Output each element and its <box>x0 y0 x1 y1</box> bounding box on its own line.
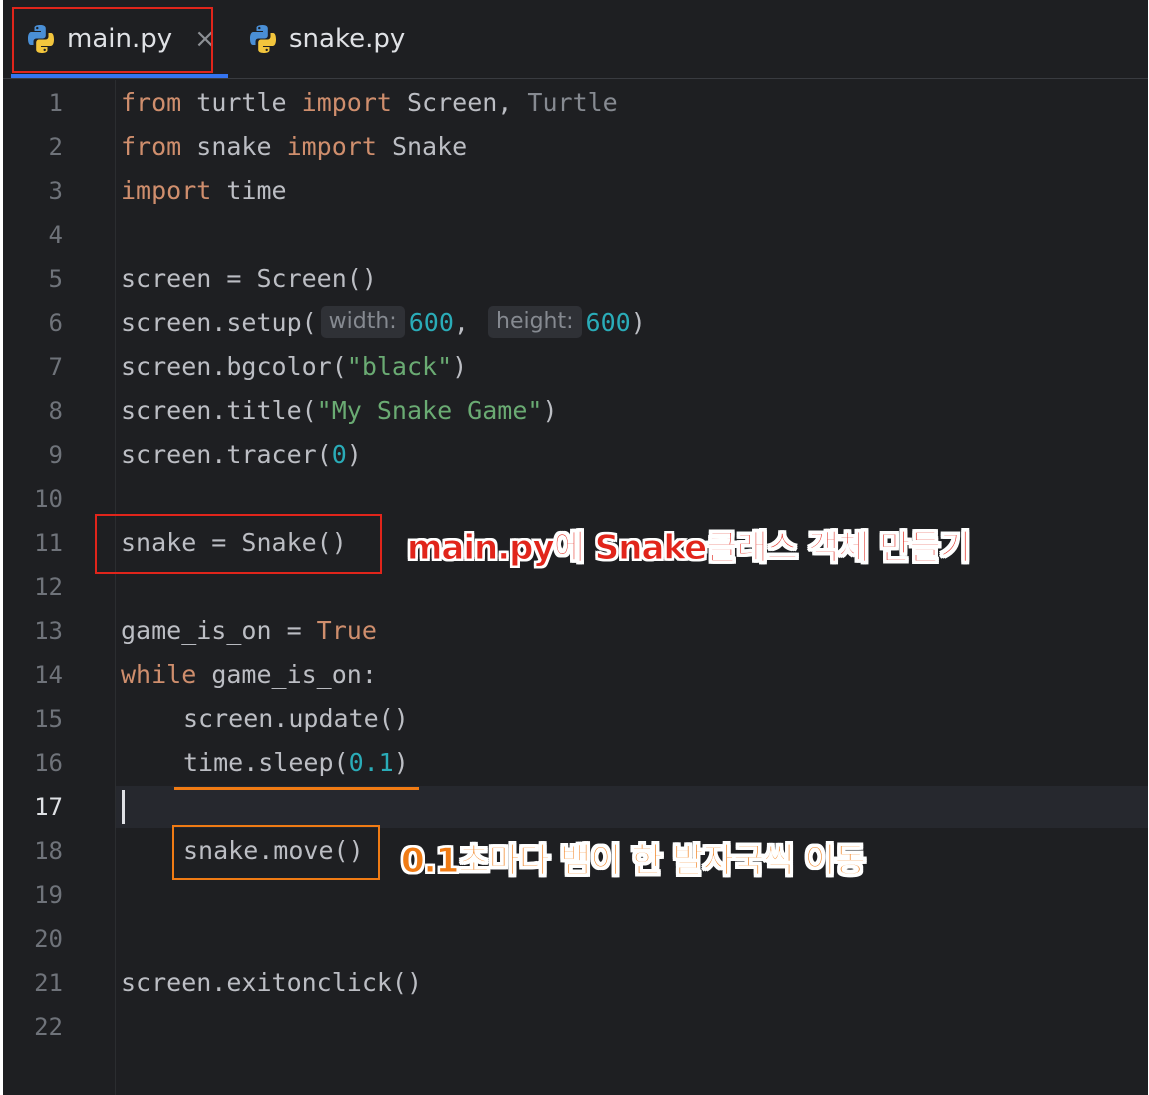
line-number: 21 <box>34 969 63 997</box>
annotation-snake-move: 0.1초마다 뱀이 한 발자국씩 이동 <box>401 841 867 882</box>
parameter-hint-height: height: <box>488 306 582 338</box>
code-line-13[interactable]: game_is_on = True <box>121 609 377 653</box>
python-icon <box>250 25 276 53</box>
line-number: 18 <box>34 837 63 865</box>
code-line-21[interactable]: screen.exitonclick() <box>121 961 422 1005</box>
active-tab-indicator <box>11 74 228 78</box>
line-number: 5 <box>48 265 63 293</box>
tab-snake-py[interactable]: snake.py <box>249 0 439 78</box>
code-line-3[interactable]: import time <box>121 169 287 213</box>
snake-instance-highlight-box <box>95 514 382 574</box>
line-number: 7 <box>48 353 63 381</box>
code-line-8[interactable]: screen.title("My Snake Game") <box>121 389 558 433</box>
line-number-current: 17 <box>34 793 63 821</box>
code-editor[interactable]: main.py × snake.py 1 2 3 4 5 6 7 8 9 10 … <box>3 0 1148 1095</box>
snake-move-highlight-box <box>172 825 380 880</box>
line-number: 4 <box>48 221 63 249</box>
line-number: 11 <box>34 529 63 557</box>
line-number: 13 <box>34 617 63 645</box>
line-number: 22 <box>34 1013 63 1041</box>
line-number: 6 <box>48 309 63 337</box>
sleep-underline-mark <box>174 787 419 790</box>
line-number: 3 <box>48 177 63 205</box>
code-line-5[interactable]: screen = Screen() <box>121 257 377 301</box>
line-number: 20 <box>34 925 63 953</box>
parameter-hint-width: width: <box>320 306 405 338</box>
code-line-7[interactable]: screen.bgcolor("black") <box>121 345 467 389</box>
annotation-snake-class: main.py에 Snake클래스 객체 만들기 <box>406 528 971 569</box>
line-number: 12 <box>34 573 63 601</box>
code-line-1[interactable]: from turtle import Screen, Turtle <box>121 81 618 125</box>
line-number: 15 <box>34 705 63 733</box>
line-number-gutter: 1 2 3 4 5 6 7 8 9 10 11 12 13 14 15 16 1… <box>3 80 116 1095</box>
tab-highlight-box <box>12 7 213 73</box>
tab-snake-label: snake.py <box>289 24 406 54</box>
code-line-16[interactable]: time.sleep(0.1) <box>183 741 409 785</box>
code-line-9[interactable]: screen.tracer(0) <box>121 433 362 477</box>
line-number: 8 <box>48 397 63 425</box>
code-line-14[interactable]: while game_is_on: <box>121 653 377 697</box>
code-line-15[interactable]: screen.update() <box>183 697 409 741</box>
line-number: 14 <box>34 661 63 689</box>
line-number: 1 <box>48 89 63 117</box>
line-number: 19 <box>34 881 63 909</box>
line-number: 10 <box>34 485 63 513</box>
code-line-6[interactable]: screen.setup(width: 600, height: 600) <box>121 301 646 345</box>
text-caret <box>122 790 125 824</box>
line-number: 2 <box>48 133 63 161</box>
line-number: 9 <box>48 441 63 469</box>
code-line-2[interactable]: from snake import Snake <box>121 125 467 169</box>
current-line-highlight <box>3 786 1148 828</box>
line-number: 16 <box>34 749 63 777</box>
